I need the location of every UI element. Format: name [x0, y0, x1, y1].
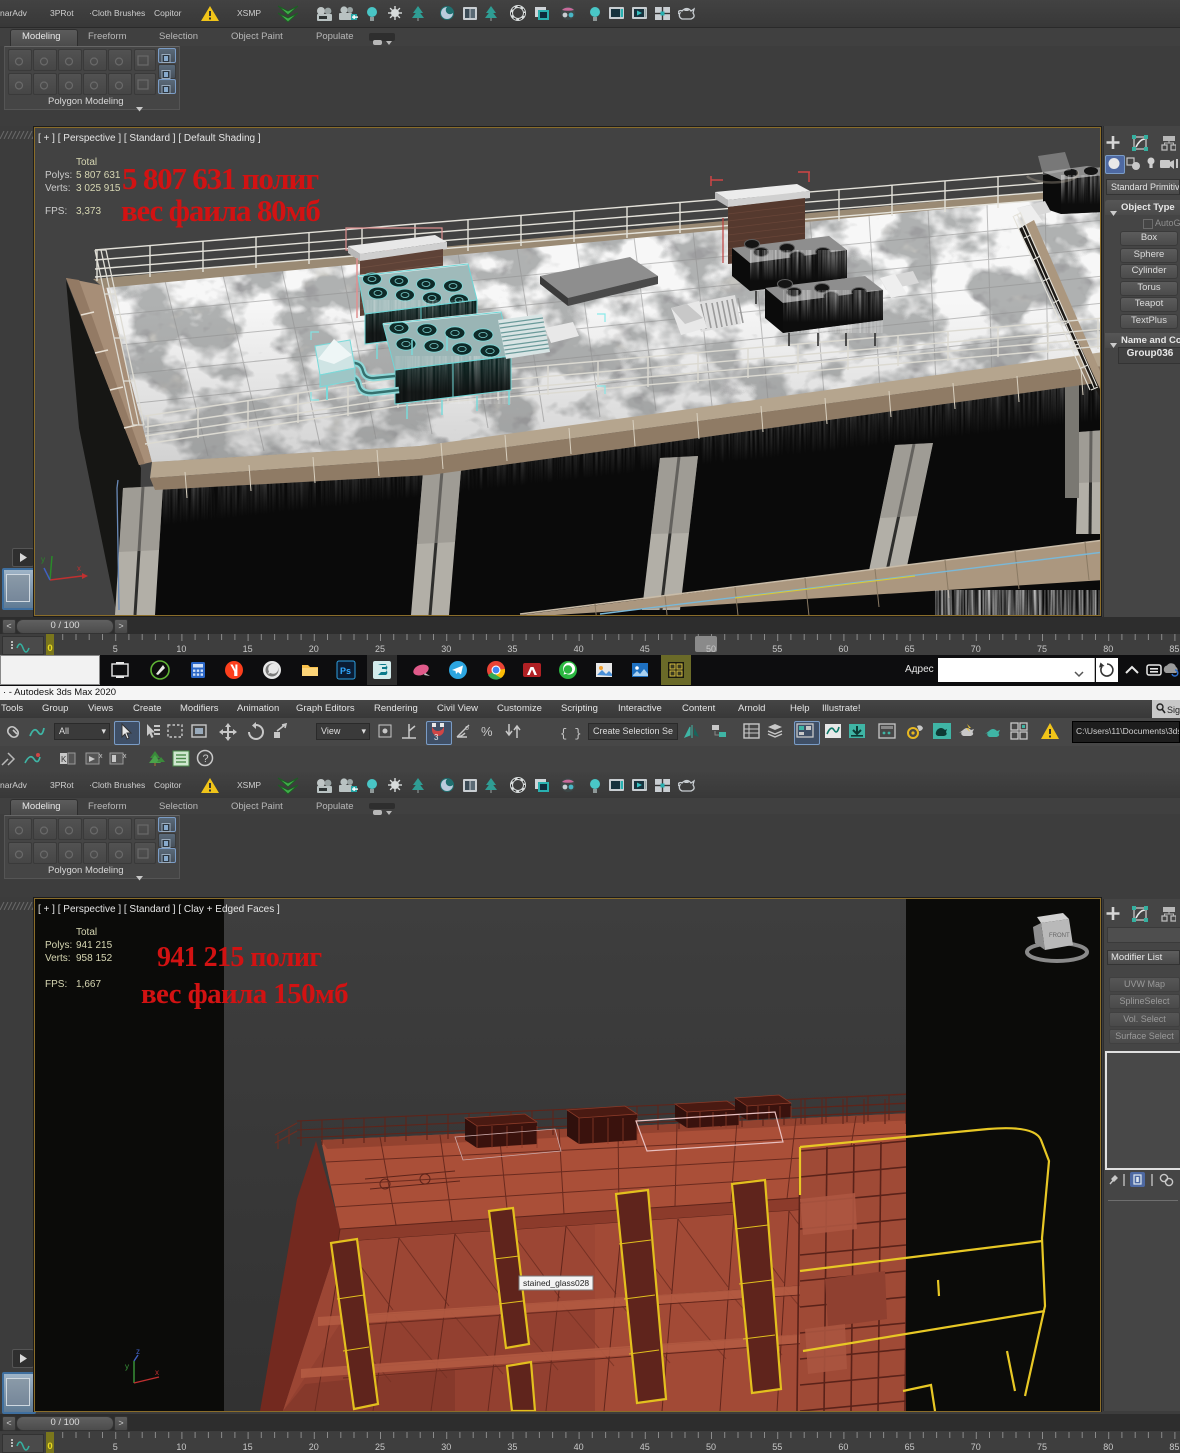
svg-text:5 807 631: 5 807 631 [76, 170, 121, 181]
svg-text:35: 35 [507, 644, 517, 654]
svg-text:10: 10 [176, 644, 186, 654]
svg-text:%: % [481, 724, 493, 739]
svg-text:65: 65 [905, 1442, 915, 1452]
svg-text:45: 45 [640, 644, 650, 654]
svg-text:Total: Total [76, 157, 97, 168]
svg-text:60: 60 [838, 1442, 848, 1452]
svg-text:[ + ] [ Perspective ] [ Standa: [ + ] [ Perspective ] [ Standard ] [ Def… [38, 133, 261, 144]
svg-text:80: 80 [1103, 1442, 1113, 1452]
svg-text:x: x [99, 753, 103, 760]
svg-text:Sig: Sig [1167, 705, 1180, 715]
svg-text:30: 30 [441, 1442, 451, 1452]
svg-text:10: 10 [176, 1442, 186, 1452]
svg-text:Total: Total [76, 927, 97, 938]
svg-text:55: 55 [772, 1442, 782, 1452]
svg-text:[ + ] [ Perspective ] [ Standa: [ + ] [ Perspective ] [ Standard ] [ Cla… [38, 904, 280, 915]
svg-text:5: 5 [113, 644, 118, 654]
svg-text:75: 75 [1037, 1442, 1047, 1452]
svg-text:75: 75 [1037, 644, 1047, 654]
svg-text:941 215: 941 215 [76, 940, 113, 951]
svg-text:70: 70 [971, 1442, 981, 1452]
svg-text:Polys:: Polys: [45, 170, 72, 181]
svg-text:x: x [123, 753, 127, 760]
svg-text:x: x [77, 564, 81, 573]
svg-text:30: 30 [441, 644, 451, 654]
svg-text:45: 45 [640, 1442, 650, 1452]
svg-text:Ps: Ps [340, 666, 351, 676]
svg-text:FPS:: FPS: [45, 206, 67, 217]
svg-text:3 025 915: 3 025 915 [76, 183, 121, 194]
svg-text:40: 40 [574, 644, 584, 654]
svg-text:70: 70 [971, 644, 981, 654]
svg-text:3,373: 3,373 [76, 206, 101, 217]
svg-text:50: 50 [706, 644, 716, 654]
svg-text:20: 20 [309, 644, 319, 654]
svg-text:Verts:: Verts: [45, 183, 71, 194]
svg-text:65: 65 [905, 644, 915, 654]
svg-text:y: y [41, 555, 45, 564]
svg-text:FRONT: FRONT [1049, 933, 1070, 939]
svg-text:Polys:: Polys: [45, 940, 72, 951]
svg-text:stained_glass028: stained_glass028 [523, 1278, 589, 1288]
svg-text:{ }: { } [560, 727, 582, 741]
svg-text:35: 35 [507, 1442, 517, 1452]
svg-text:40: 40 [574, 1442, 584, 1452]
svg-text:y: y [125, 1362, 129, 1371]
svg-text:5: 5 [113, 1442, 118, 1452]
svg-text:FPS:: FPS: [45, 979, 67, 990]
svg-text:25: 25 [375, 1442, 385, 1452]
svg-text:85: 85 [1169, 644, 1179, 654]
svg-text:?: ? [203, 753, 209, 765]
svg-text:55: 55 [772, 644, 782, 654]
svg-text:60: 60 [838, 644, 848, 654]
svg-text:15: 15 [243, 644, 253, 654]
svg-text:3: 3 [434, 733, 439, 742]
svg-text:z: z [136, 1347, 140, 1356]
svg-text:958 152: 958 152 [76, 953, 113, 964]
svg-text:x: x [155, 1368, 159, 1377]
svg-text:1,667: 1,667 [76, 979, 101, 990]
svg-text:80: 80 [1103, 644, 1113, 654]
svg-text:K: K [61, 755, 67, 764]
svg-text:o: o [465, 725, 469, 732]
svg-text:15: 15 [243, 1442, 253, 1452]
svg-text:85: 85 [1169, 1442, 1179, 1452]
svg-text:Verts:: Verts: [45, 953, 71, 964]
svg-text:20: 20 [309, 1442, 319, 1452]
svg-text:25: 25 [375, 644, 385, 654]
svg-text:50: 50 [706, 1442, 716, 1452]
